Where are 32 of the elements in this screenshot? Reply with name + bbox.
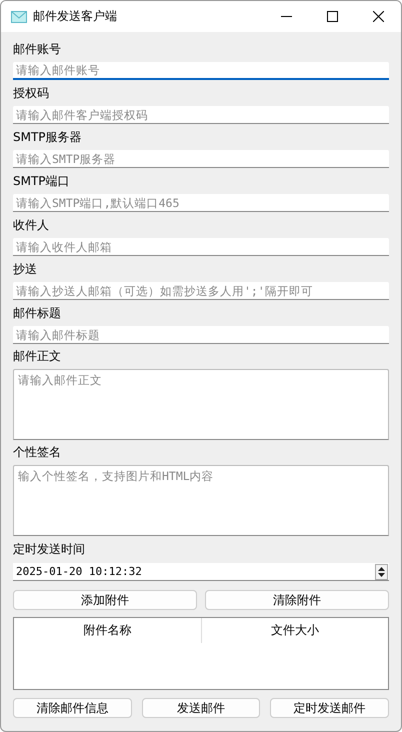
action-button[interactable]: 发送邮件 [142,698,260,718]
window-title: 邮件发送客户端 [33,8,118,25]
field-label: SMTP服务器 [13,128,82,146]
maximize-icon[interactable] [326,11,338,22]
close-icon[interactable] [372,11,384,22]
attachment-button[interactable]: 添加附件 [13,590,197,610]
input-field[interactable]: 请输入SMTP服务器 [13,150,389,168]
field-label: 定时发送时间 [13,541,85,558]
field-label: 邮件账号 [13,40,61,58]
field-label: 个性签名 [13,444,61,461]
input-field[interactable]: 请输入抄送人邮箱（可选）如需抄送多人用';'隔开即可 [13,282,389,300]
text-area[interactable]: 输入个性签名，支持图片和HTML内容 [13,465,389,536]
text-area[interactable]: 请输入邮件正文 [13,369,389,440]
spin-button[interactable] [375,564,388,580]
field-label: 授权码 [13,84,49,102]
column-header[interactable]: 附件名称 [14,618,202,643]
field-label: 抄送 [13,260,37,278]
field-label: 收件人 [13,216,49,234]
action-button[interactable]: 定时发送邮件 [270,698,390,718]
input-field[interactable]: 请输入邮件账号 [13,62,389,80]
field-label: 邮件标题 [13,304,61,322]
field-label: 邮件正文 [13,348,61,365]
input-field[interactable]: 请输入SMTP端口,默认端口465 [13,194,389,212]
envelope-icon [11,10,27,22]
input-field[interactable]: 请输入收件人邮箱 [13,238,389,256]
column-header[interactable]: 文件大小 [202,618,388,643]
input-field[interactable]: 请输入邮件客户端授权码 [13,106,389,124]
field-label: SMTP端口 [13,172,70,190]
action-button[interactable]: 清除邮件信息 [13,698,132,718]
attachment-button[interactable]: 清除附件 [205,590,389,610]
input-field[interactable]: 请输入邮件标题 [13,326,389,344]
datetime-field[interactable]: 2025-01-20 10:12:32 [13,563,389,581]
